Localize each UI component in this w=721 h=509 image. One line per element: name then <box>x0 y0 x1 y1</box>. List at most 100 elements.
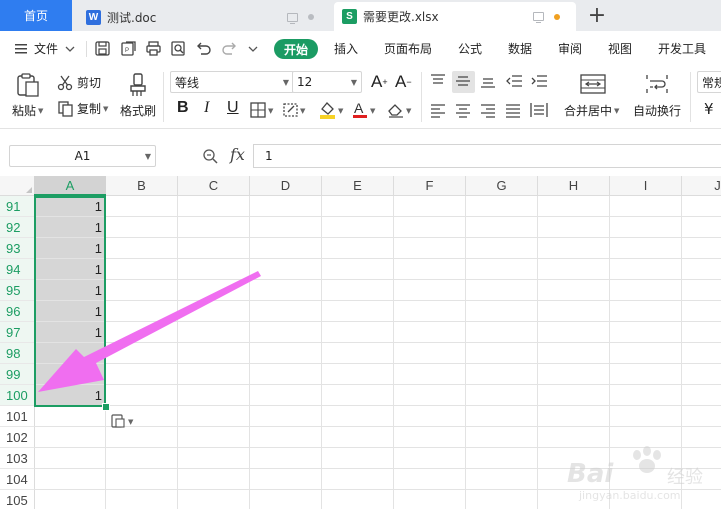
cell-j[interactable] <box>682 301 721 322</box>
fx-icon[interactable]: fx <box>230 145 245 164</box>
cell-h[interactable] <box>538 301 610 322</box>
name-box[interactable]: A1 ▼ <box>9 145 156 167</box>
cell-i[interactable] <box>610 196 682 217</box>
cell-j[interactable] <box>682 448 721 469</box>
monitor-icon[interactable] <box>287 12 298 24</box>
cell-f[interactable] <box>394 385 466 406</box>
cell-g[interactable] <box>466 238 538 259</box>
cell-e[interactable] <box>322 322 394 343</box>
cell-d[interactable] <box>250 280 322 301</box>
cut-button[interactable]: 剪切 <box>57 74 101 91</box>
distributed-align-icon[interactable] <box>530 102 548 118</box>
cell-f[interactable] <box>394 259 466 280</box>
cell-i[interactable] <box>610 343 682 364</box>
cell-a[interactable] <box>34 427 106 448</box>
cell-a[interactable]: 1 <box>34 217 106 238</box>
cell-h[interactable] <box>538 490 610 509</box>
cell-f[interactable] <box>394 490 466 509</box>
cell-h[interactable] <box>538 280 610 301</box>
cell-d[interactable] <box>250 448 322 469</box>
cell-i[interactable] <box>610 217 682 238</box>
fill-handle[interactable] <box>102 403 110 411</box>
font-color-icon[interactable]: A ▼ <box>351 100 379 120</box>
decrease-font-size-button[interactable]: A − <box>395 72 412 92</box>
tab-page-layout[interactable]: 页面布局 <box>384 31 432 66</box>
row-header[interactable]: 97 <box>0 322 35 343</box>
cell-d[interactable] <box>250 427 322 448</box>
row-header[interactable]: 101 <box>0 406 35 427</box>
cell-b[interactable] <box>106 259 178 280</box>
cell-a[interactable]: 1 <box>34 301 106 322</box>
cell-g[interactable] <box>466 448 538 469</box>
cell-e[interactable] <box>322 385 394 406</box>
fill-color-icon[interactable]: ▼ <box>318 100 346 120</box>
cell-e[interactable] <box>322 343 394 364</box>
italic-button[interactable]: I <box>204 99 209 117</box>
cell-d[interactable] <box>250 196 322 217</box>
tab-data[interactable]: 数据 <box>508 31 532 66</box>
cell-b[interactable] <box>106 427 178 448</box>
cell-g[interactable] <box>466 406 538 427</box>
row-header[interactable]: 93 <box>0 238 35 259</box>
cell-a[interactable]: 1 <box>34 259 106 280</box>
cell-i[interactable] <box>610 448 682 469</box>
cell-j[interactable] <box>682 490 721 509</box>
cell-i[interactable] <box>610 322 682 343</box>
cell-a[interactable]: 1 <box>34 280 106 301</box>
cell-c[interactable] <box>178 280 250 301</box>
cell-d[interactable] <box>250 259 322 280</box>
cell-d[interactable] <box>250 364 322 385</box>
cell-b[interactable] <box>106 385 178 406</box>
cell-e[interactable] <box>322 238 394 259</box>
paste-button[interactable]: 粘贴 ▼ <box>12 102 43 119</box>
cell-j[interactable] <box>682 196 721 217</box>
tab-start[interactable]: 开始 <box>274 39 318 59</box>
cell-h[interactable] <box>538 196 610 217</box>
increase-indent-icon[interactable] <box>530 73 548 89</box>
cell-g[interactable] <box>466 385 538 406</box>
cell-a[interactable] <box>34 490 106 509</box>
cell-f[interactable] <box>394 427 466 448</box>
align-center-icon[interactable] <box>455 102 471 118</box>
font-size-select[interactable]: 12 ▼ <box>292 71 362 93</box>
cell-b[interactable] <box>106 196 178 217</box>
cell-e[interactable] <box>322 448 394 469</box>
cell-f[interactable] <box>394 301 466 322</box>
cell-f[interactable] <box>394 196 466 217</box>
cell-h[interactable] <box>538 364 610 385</box>
cell-i[interactable] <box>610 406 682 427</box>
cell-e[interactable] <box>322 259 394 280</box>
cell-c[interactable] <box>178 448 250 469</box>
cell-f[interactable] <box>394 322 466 343</box>
bold-button[interactable]: B <box>177 99 189 117</box>
cell-a[interactable] <box>34 406 106 427</box>
column-header-h[interactable]: H <box>538 176 610 196</box>
paste-options-button[interactable]: ▼ <box>110 412 140 430</box>
cell-c[interactable] <box>178 238 250 259</box>
cell-j[interactable] <box>682 343 721 364</box>
export-icon[interactable]: P <box>120 40 137 57</box>
cell-b[interactable] <box>106 490 178 509</box>
cell-i[interactable] <box>610 469 682 490</box>
align-bottom-icon[interactable] <box>480 73 496 89</box>
cell-e[interactable] <box>322 217 394 238</box>
cell-b[interactable] <box>106 301 178 322</box>
cell-a[interactable] <box>34 448 106 469</box>
cell-c[interactable] <box>178 364 250 385</box>
cell-h[interactable] <box>538 259 610 280</box>
redo-icon[interactable] <box>221 40 238 57</box>
cell-c[interactable] <box>178 217 250 238</box>
cell-e[interactable] <box>322 364 394 385</box>
column-header-d[interactable]: D <box>250 176 322 196</box>
formula-input[interactable]: 1 <box>253 144 721 168</box>
cell-e[interactable] <box>322 427 394 448</box>
cell-d[interactable] <box>250 385 322 406</box>
cell-j[interactable] <box>682 427 721 448</box>
cell-a[interactable]: 1 <box>34 364 106 385</box>
cell-d[interactable] <box>250 217 322 238</box>
cell-b[interactable] <box>106 343 178 364</box>
cell-j[interactable] <box>682 259 721 280</box>
cell-e[interactable] <box>322 280 394 301</box>
tab-home[interactable]: 首页 <box>0 0 72 31</box>
unsaved-indicator-icon[interactable] <box>554 13 560 20</box>
